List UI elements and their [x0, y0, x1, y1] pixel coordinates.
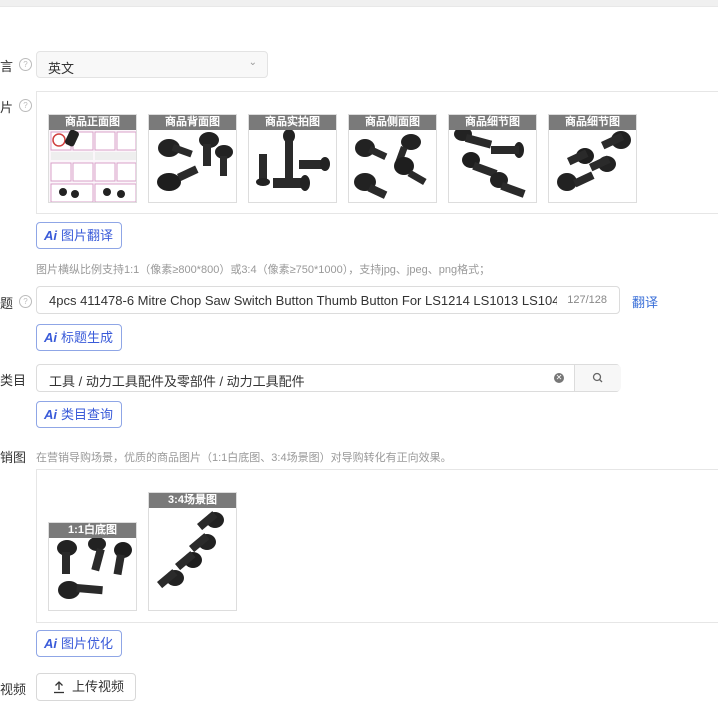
image-translate-button[interactable]: Ai 图片翻译	[36, 222, 123, 249]
category-search-button[interactable]	[574, 365, 621, 391]
image-format-hint: 图片横纵比例支持1:1（像素≥800*800）或3:4（像素≥750*1000）…	[36, 264, 491, 276]
main-image-thumb[interactable]: 商品背面图	[148, 114, 237, 203]
question-circle-icon[interactable]: ?	[19, 58, 32, 71]
marketing-images-panel: 1:1白底图 3:4场景图	[36, 469, 718, 623]
question-circle-icon[interactable]: ?	[19, 295, 32, 308]
category-query-button[interactable]: Ai 类目查询	[36, 401, 123, 428]
image-caption: 商品细节图	[449, 115, 536, 130]
product-image	[49, 130, 136, 202]
main-image-thumb[interactable]: 商品细节图	[548, 114, 637, 203]
title-generate-label: 标题生成	[61, 330, 114, 345]
title-input[interactable]: 4pcs 411478-6 Mitre Chop Saw Switch Butt…	[36, 286, 620, 314]
product-image	[57, 538, 132, 599]
product-image	[454, 130, 526, 198]
images-label: 片	[0, 100, 14, 115]
image-caption: 3:4场景图	[149, 493, 236, 508]
main-image-thumb[interactable]: 商品细节图	[448, 114, 537, 203]
ai-icon: Ai	[44, 330, 57, 345]
image-caption: 商品细节图	[549, 115, 636, 130]
ai-icon: Ai	[44, 228, 57, 243]
image-translate-label: 图片翻译	[61, 228, 114, 243]
category-input-value: 工具 / 动力工具配件及零部件 / 动力工具配件	[49, 374, 305, 389]
language-label: 言	[0, 59, 14, 74]
language-select-value: 英文	[48, 61, 75, 76]
category-query-label: 类目查询	[61, 407, 114, 422]
image-caption: 1:1白底图	[49, 523, 136, 538]
language-select[interactable]: 英文 ⌄	[36, 51, 268, 78]
video-label: 视频	[0, 682, 27, 697]
product-image	[156, 511, 224, 589]
category-input[interactable]: 工具 / 动力工具配件及零部件 / 动力工具配件 ✕	[36, 364, 621, 392]
category-label: 类目	[0, 373, 27, 388]
marketing-image-thumb[interactable]: 3:4场景图	[148, 492, 237, 611]
search-icon	[592, 372, 603, 383]
image-caption: 商品侧面图	[349, 115, 436, 130]
main-images-panel: 商品正面图 商品背面图 商品实拍图 商品侧面图 商品细节图 商品细节图	[36, 91, 718, 214]
image-caption: 商品背面图	[149, 115, 236, 130]
product-image	[354, 134, 427, 199]
title-char-counter: 127/128	[563, 294, 607, 306]
upload-icon	[54, 681, 64, 694]
upload-video-label: 上传视频	[72, 679, 125, 694]
main-image-thumb[interactable]: 商品侧面图	[348, 114, 437, 203]
question-circle-icon[interactable]: ?	[19, 99, 32, 112]
chevron-down-icon: ⌄	[248, 57, 257, 68]
ai-icon: Ai	[44, 407, 57, 422]
marketing-images-label: 销图	[0, 450, 27, 465]
image-optimize-label: 图片优化	[61, 636, 114, 651]
marketing-hint: 在营销导购场景，优质的商品图片（1:1白底图、3:4场景图）对导购转化有正向效果…	[36, 452, 452, 464]
product-image	[557, 131, 631, 191]
ai-icon: Ai	[44, 636, 57, 651]
marketing-image-thumb[interactable]: 1:1白底图	[48, 522, 137, 611]
translate-link[interactable]: 翻译	[632, 292, 658, 311]
image-optimize-button[interactable]: Ai 图片优化	[36, 630, 123, 657]
clear-icon[interactable]: ✕	[554, 373, 564, 383]
top-divider	[0, 0, 718, 7]
title-generate-button[interactable]: Ai 标题生成	[36, 324, 123, 351]
product-image	[157, 132, 233, 191]
product-image	[256, 130, 330, 191]
image-caption: 商品正面图	[49, 115, 136, 130]
title-input-value: 4pcs 411478-6 Mitre Chop Saw Switch Butt…	[49, 293, 557, 308]
main-image-thumb[interactable]: 商品实拍图	[248, 114, 337, 203]
upload-video-button[interactable]: 上传视频	[36, 673, 136, 701]
image-caption: 商品实拍图	[249, 115, 336, 130]
main-image-thumb[interactable]: 商品正面图	[48, 114, 137, 203]
title-label: 题	[0, 296, 14, 311]
